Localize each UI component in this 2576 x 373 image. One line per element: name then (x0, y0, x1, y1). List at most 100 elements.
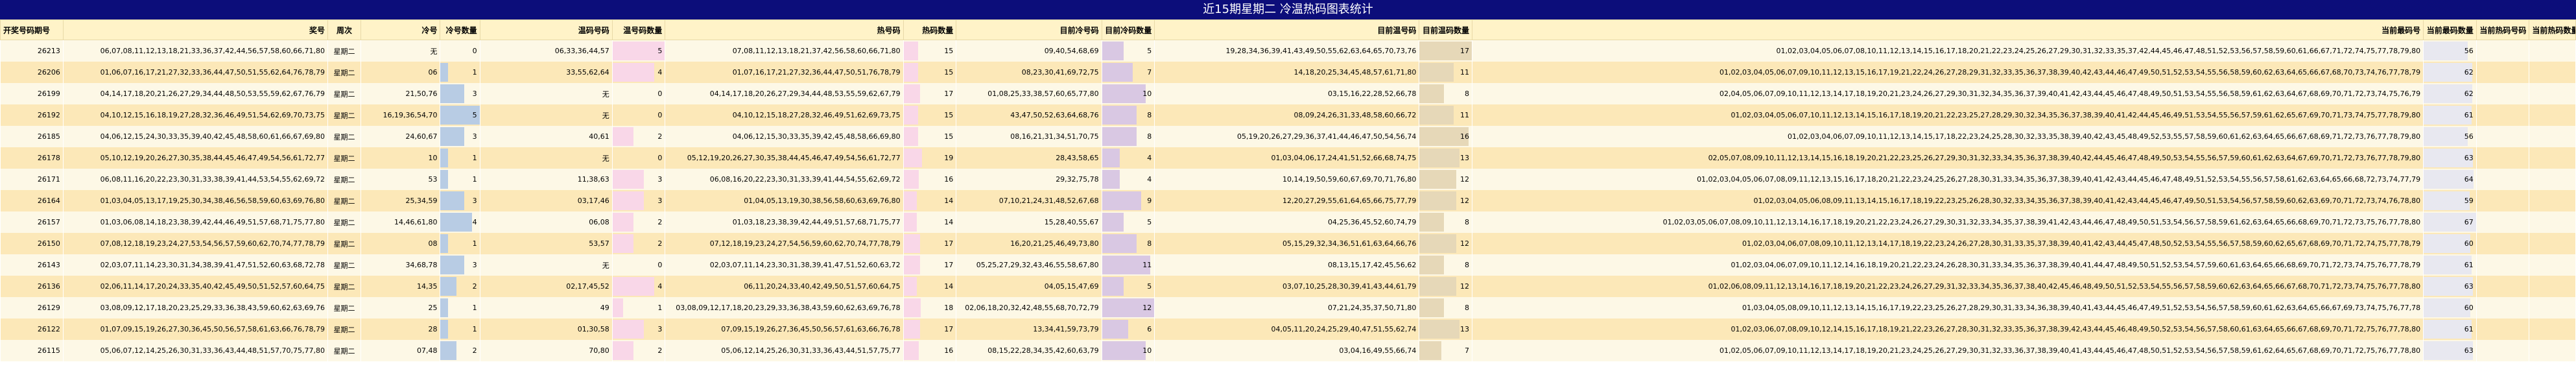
current-cold-count-cell: 4 (1102, 169, 1155, 190)
current-hot-count-cell (2529, 319, 2576, 340)
cold-count-cell: 5 (440, 104, 480, 126)
count-value: 5 (657, 47, 663, 55)
current-warm-cell: 03,07,10,25,28,30,39,41,43,44,61,79 (1154, 276, 1420, 297)
current-most-count-cell: 62 (2423, 62, 2477, 83)
count-bar (612, 127, 633, 146)
current-most-cell: 01,02,03,06,07,08,09,10,12,14,15,16,17,1… (1472, 319, 2424, 340)
count-value: 4 (657, 68, 663, 77)
current-cold-cell: 29,32,75,78 (956, 169, 1102, 190)
current-cold-cell: 16,20,21,25,46,49,73,80 (956, 233, 1102, 254)
numbers-cell: 04,06,12,15,24,30,33,35,39,40,42,45,48,5… (63, 126, 329, 147)
current-most-cell: 01,02,03,04,06,07,08,09,10,11,12,13,14,1… (1472, 233, 2424, 254)
table-row: 26199 04,14,17,18,20,21,26,27,29,34,44,48… (0, 83, 2576, 104)
current-hot-cell (2476, 211, 2530, 233)
current-hot-count-cell (2529, 297, 2576, 319)
numbers-cell: 01,07,09,15,19,26,27,30,36,45,50,56,57,5… (63, 319, 329, 340)
current-cold-cell: 08,23,30,41,69,72,75 (956, 62, 1102, 83)
warm-cell: 06,08 (480, 211, 613, 233)
table-row: 26178 05,10,12,19,20,26,27,30,35,38,44,45… (0, 147, 2576, 169)
warm-count-cell: 2 (612, 126, 666, 147)
count-value: 17 (1460, 47, 1469, 55)
count-value: 15 (944, 68, 954, 77)
count-bar (2424, 298, 2471, 317)
count-value: 1 (472, 68, 477, 77)
cold-cell: 24,60,67 (360, 126, 441, 147)
current-most-count-cell: 59 (2423, 190, 2477, 211)
hot-cell: 07,12,18,19,23,24,27,54,56,59,60,62,70,7… (665, 233, 904, 254)
week-cell: 星期二 (327, 190, 362, 211)
count-value: 2 (472, 346, 477, 355)
current-most-cell: 01,02,03,04,06,07,09,10,11,12,13,14,15,1… (1472, 126, 2424, 147)
period-cell: 26171 (0, 169, 64, 190)
count-bar (1102, 149, 1120, 167)
count-value: 1 (472, 304, 477, 312)
current-hot-count-cell (2529, 340, 2576, 361)
current-warm-count-cell: 11 (1419, 62, 1472, 83)
hot-cell: 01,07,16,17,21,27,32,36,44,47,50,51,76,7… (665, 62, 904, 83)
count-value: 8 (1465, 304, 1469, 312)
period-cell: 26143 (0, 254, 64, 276)
count-bar (440, 320, 449, 339)
current-hot-cell (2476, 40, 2530, 62)
warm-cell: 01,30,58 (480, 319, 613, 340)
current-warm-count-cell: 8 (1419, 211, 1472, 233)
current-hot-count-cell (2529, 254, 2576, 276)
count-bar (903, 298, 921, 317)
count-value: 0 (657, 90, 663, 98)
count-bar (1102, 191, 1142, 210)
current-most-cell: 02,05,07,08,09,10,11,12,13,14,15,16,18,1… (1472, 147, 2424, 169)
warm-count-cell: 3 (612, 319, 666, 340)
hot-cell: 05,12,19,20,26,27,30,35,38,44,45,46,47,4… (665, 147, 904, 169)
current-most-count-cell: 63 (2423, 340, 2477, 361)
current-warm-count-cell: 16 (1419, 126, 1472, 147)
count-value: 5 (1147, 218, 1152, 226)
count-value: 3 (472, 261, 477, 269)
current-most-count-cell: 62 (2423, 83, 2477, 104)
current-most-cell: 01,02,03,04,06,07,09,10,11,12,14,16,18,1… (1472, 254, 2424, 276)
count-value: 17 (944, 90, 954, 98)
hot-cell: 04,06,12,15,30,33,35,39,42,45,48,58,66,6… (665, 126, 904, 147)
count-value: 3 (472, 132, 477, 141)
table-row: 26150 07,08,12,18,19,23,24,27,53,54,56,57… (0, 233, 2576, 254)
table-row: 26206 01,06,07,16,17,21,27,32,33,36,44,47… (0, 62, 2576, 83)
current-warm-count-cell: 12 (1419, 233, 1472, 254)
count-bar (1102, 84, 1146, 103)
current-cold-cell: 07,10,21,24,31,48,52,67,68 (956, 190, 1102, 211)
current-cold-count-cell: 7 (1102, 62, 1155, 83)
current-hot-cell (2476, 233, 2530, 254)
count-bar (440, 298, 449, 317)
current-most-count-cell: 63 (2423, 276, 2477, 297)
current-cold-count-cell: 8 (1102, 126, 1155, 147)
count-value: 2 (657, 239, 663, 248)
count-value: 0 (472, 47, 477, 55)
period-cell: 26129 (0, 297, 64, 319)
warm-cell: 无 (480, 147, 613, 169)
count-bar (903, 127, 918, 146)
week-cell: 星期二 (327, 319, 362, 340)
warm-count-cell: 0 (612, 104, 666, 126)
count-value: 5 (1147, 47, 1152, 55)
week-cell: 星期二 (327, 211, 362, 233)
count-value: 8 (1147, 111, 1152, 119)
warm-cell: 33,55,62,64 (480, 62, 613, 83)
count-bar (903, 170, 919, 189)
current-hot-cell (2476, 83, 2530, 104)
current-most-cell: 01,02,03,04,05,06,08,09,11,13,14,15,16,1… (1472, 190, 2424, 211)
count-bar (612, 63, 655, 82)
hot-cell: 07,09,15,19,26,27,36,45,50,56,57,61,63,6… (665, 319, 904, 340)
count-bar (440, 234, 449, 253)
count-value: 12 (1460, 197, 1469, 205)
current-hot-count-cell (2529, 147, 2576, 169)
period-cell: 26157 (0, 211, 64, 233)
count-bar (903, 234, 920, 253)
count-value: 4 (472, 218, 477, 226)
current-cold-cell: 09,40,54,68,69 (956, 40, 1102, 62)
count-bar (612, 341, 633, 360)
count-bar (1102, 127, 1137, 146)
current-cold-count-cell: 8 (1102, 104, 1155, 126)
header-current-most: 当前最码号 (1471, 19, 2424, 40)
count-value: 0 (657, 261, 663, 269)
count-value: 14 (944, 197, 954, 205)
count-value: 61 (2464, 261, 2474, 269)
warm-cell: 无 (480, 83, 613, 104)
